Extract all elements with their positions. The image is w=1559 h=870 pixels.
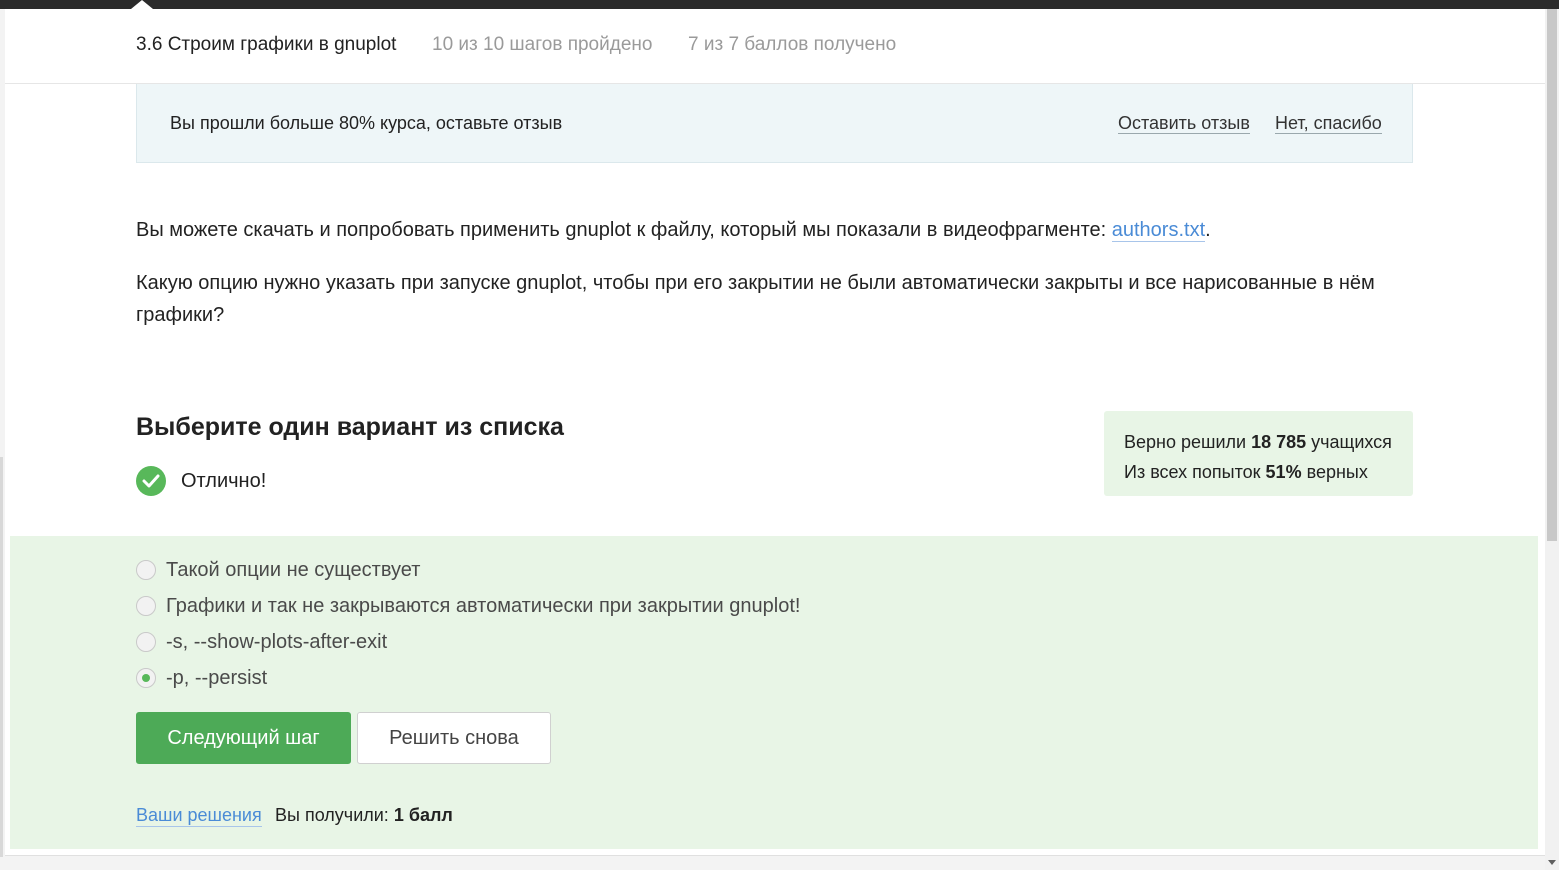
radio-button[interactable] [136, 560, 156, 580]
option-label[interactable]: -p, --persist [166, 667, 267, 690]
stats-attempts: Из всех попыток 51% верных [1124, 457, 1413, 487]
lesson-title[interactable]: 3.6 Строим графики в gnuplot [136, 34, 396, 56]
score-text: Вы получили: 1 балл [275, 805, 453, 826]
download-text: Вы можете скачать и попробовать применит… [136, 219, 1112, 241]
points-progress: 7 из 7 баллов получено [688, 34, 897, 55]
stats-solved-prefix: Верно решили [1124, 432, 1252, 452]
stats-attempts-suffix: верных [1301, 462, 1368, 482]
steps-progress: 10 из 10 шагов пройдено [432, 34, 653, 55]
stats-solved-suffix: учащихся [1306, 432, 1392, 452]
radio-dot [142, 674, 150, 682]
download-text-end: . [1205, 219, 1211, 241]
top-bar [0, 0, 1559, 9]
left-edge-mark [0, 457, 3, 857]
authors-file-link[interactable]: authors.txt [1111, 219, 1206, 242]
check-circle-icon [136, 466, 166, 496]
option-item-selected[interactable]: -p, --persist [136, 666, 267, 690]
question-text: Какую опцию нужно указать при запуске gn… [136, 272, 1375, 326]
option-item[interactable]: -s, --show-plots-after-exit [136, 630, 387, 654]
result-label: Отлично! [181, 469, 267, 492]
scroll-down-arrow-icon[interactable] [1548, 860, 1556, 865]
stats-solved-value: 18 785 [1251, 432, 1307, 452]
feedback-message: Вы прошли больше 80% курса, оставьте отз… [170, 113, 563, 133]
radio-button-selected[interactable] [136, 668, 156, 688]
scrollbar-thumb[interactable] [1547, 9, 1557, 541]
feedback-banner: Вы прошли больше 80% курса, оставьте отз… [136, 84, 1413, 163]
stats-solved: Верно решили 18 785 учащихся [1124, 427, 1413, 457]
bottom-strip [5, 855, 1545, 870]
solve-again-button[interactable]: Решить снова [357, 712, 551, 764]
option-item[interactable]: Такой опции не существует [136, 558, 420, 582]
stats-attempts-prefix: Из всех попыток [1124, 462, 1266, 482]
option-label[interactable]: Такой опции не существует [166, 559, 420, 582]
leave-review-link[interactable]: Оставить отзыв [1118, 113, 1250, 134]
option-label[interactable]: -s, --show-plots-after-exit [166, 631, 387, 654]
stats-attempts-value: 51% [1265, 462, 1302, 482]
page-scrollbar[interactable] [1545, 9, 1559, 870]
score-prefix: Вы получили: [275, 805, 394, 825]
active-tab-caret [131, 0, 153, 9]
radio-button[interactable] [136, 632, 156, 652]
lesson-header: 3.6 Строим графики в gnuplot 10 из 10 ша… [5, 9, 1545, 84]
your-solutions-link[interactable]: Ваши решения [136, 805, 262, 827]
option-item[interactable]: Графики и так не закрываются автоматичес… [136, 594, 800, 618]
stats-box: Верно решили 18 785 учащихся Из всех поп… [1104, 411, 1413, 496]
radio-button[interactable] [136, 596, 156, 616]
choose-heading: Выберите один вариант из списка [136, 413, 564, 441]
option-label[interactable]: Графики и так не закрываются автоматичес… [166, 595, 800, 618]
answer-section: Такой опции не существует Графики и так … [10, 536, 1538, 849]
score-value: 1 балл [393, 805, 453, 825]
left-edge [0, 9, 5, 870]
result-status: Отлично! [136, 465, 266, 497]
no-thanks-link[interactable]: Нет, спасибо [1275, 113, 1382, 134]
download-paragraph: Вы можете скачать и попробовать применит… [136, 216, 1416, 244]
next-step-button[interactable]: Следующий шаг [136, 712, 351, 764]
